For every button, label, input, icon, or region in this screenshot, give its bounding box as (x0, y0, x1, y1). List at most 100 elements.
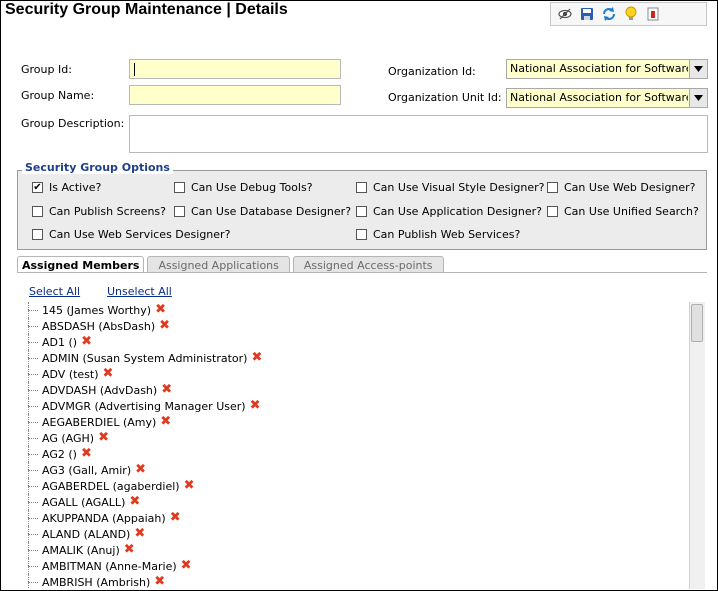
remove-member-icon[interactable]: ✖ (129, 495, 140, 508)
list-item: AKUPPANDA (Appaiah) ✖ (28, 510, 688, 526)
checkbox-icon[interactable] (547, 182, 558, 193)
remove-member-icon[interactable]: ✖ (184, 479, 195, 492)
tree-line (28, 566, 38, 567)
option-label: Can Use Unified Search? (564, 205, 699, 218)
checkbox-icon[interactable] (174, 182, 185, 193)
organization-unit-id-select[interactable]: National Association for Software E (506, 88, 708, 108)
tree-line (28, 470, 38, 471)
remove-member-icon[interactable]: ✖ (134, 527, 145, 540)
remove-member-icon[interactable]: ✖ (250, 399, 261, 412)
toolbar (550, 2, 707, 26)
option-can-use-database-designer[interactable]: Can Use Database Designer? (174, 205, 351, 218)
remove-member-icon[interactable]: ✖ (170, 511, 181, 524)
eye-icon[interactable] (557, 6, 573, 22)
member-name: AG2 () (42, 447, 77, 461)
save-icon[interactable] (579, 6, 595, 22)
member-name: AGABERDEL (agaberdiel) (42, 479, 180, 493)
delete-icon[interactable] (645, 6, 661, 22)
checkbox-icon[interactable] (356, 182, 367, 193)
select-all-link[interactable]: Select All (29, 285, 80, 298)
checkbox-icon[interactable] (356, 206, 367, 217)
option-label: Can Use Web Services Designer? (49, 228, 231, 241)
lightbulb-icon[interactable] (623, 6, 639, 22)
tree-line (28, 342, 38, 343)
tab-assigned-members[interactable]: Assigned Members (17, 256, 145, 273)
option-can-use-web-services-designer[interactable]: Can Use Web Services Designer? (32, 228, 230, 241)
option-label: Can Use Debug Tools? (191, 181, 313, 194)
remove-member-icon[interactable]: ✖ (154, 575, 165, 588)
member-name: AMBRISH (Ambrish) (42, 575, 151, 589)
list-item: AGABERDEL (agaberdiel) ✖ (28, 478, 688, 494)
tree-line (28, 310, 38, 311)
remove-member-icon[interactable]: ✖ (124, 543, 135, 556)
tree-line (28, 486, 38, 487)
list-item: ADMIN (Susan System Administrator) ✖ (28, 350, 688, 366)
remove-member-icon[interactable]: ✖ (159, 319, 170, 332)
tree-line (28, 374, 38, 375)
group-description-label: Group Description: (21, 117, 125, 130)
option-label: Can Publish Screens? (49, 205, 166, 218)
checkbox-icon[interactable] (32, 206, 43, 217)
remove-member-icon[interactable]: ✖ (155, 303, 166, 316)
tab-assigned-access-points[interactable]: Assigned Access-points (292, 256, 444, 273)
remove-member-icon[interactable]: ✖ (81, 447, 92, 460)
chevron-down-icon[interactable] (689, 60, 707, 78)
member-name: AMBITMAN (Anne-Marie) (42, 559, 177, 573)
group-description-input[interactable] (129, 115, 708, 153)
option-can-publish-web-services[interactable]: Can Publish Web Services? (356, 228, 520, 241)
option-can-publish-screens[interactable]: Can Publish Screens? (32, 205, 166, 218)
option-label: Can Use Visual Style Designer? (373, 181, 545, 194)
remove-member-icon[interactable]: ✖ (103, 367, 114, 380)
tree-line (28, 326, 38, 327)
scrollbar-thumb[interactable] (691, 304, 703, 342)
list-item: AD1 () ✖ (28, 334, 688, 350)
checkbox-checked-icon[interactable]: ✔ (32, 182, 43, 193)
list-item: ADVMGR (Advertising Manager User) ✖ (28, 398, 688, 414)
option-can-use-unified-search[interactable]: Can Use Unified Search? (547, 205, 699, 218)
option-can-use-visual-style-designer[interactable]: Can Use Visual Style Designer? (356, 181, 545, 194)
remove-member-icon[interactable]: ✖ (161, 383, 172, 396)
option-can-use-web-designer[interactable]: Can Use Web Designer? (547, 181, 696, 194)
list-item: 145 (James Worthy) ✖ (28, 302, 688, 318)
page-title: Security Group Maintenance | Details (5, 1, 288, 18)
checkbox-icon[interactable] (547, 206, 558, 217)
tree-line (28, 502, 38, 503)
list-item: ABSDASH (AbsDash) ✖ (28, 318, 688, 334)
chevron-down-icon[interactable] (689, 89, 707, 107)
option-can-use-debug-tools[interactable]: Can Use Debug Tools? (174, 181, 313, 194)
organization-id-select[interactable]: National Association for Software E (506, 59, 708, 79)
checkbox-icon[interactable] (174, 206, 185, 217)
organization-id-value: National Association for Software E (510, 62, 688, 75)
member-name: AG (AGH) (42, 431, 95, 445)
option-can-use-application-designer[interactable]: Can Use Application Designer? (356, 205, 542, 218)
checkbox-icon[interactable] (356, 229, 367, 240)
option-is-active[interactable]: ✔ Is Active? (32, 181, 101, 194)
member-name: ADMIN (Susan System Administrator) (42, 351, 248, 365)
checkbox-icon[interactable] (32, 229, 43, 240)
tab-assigned-applications[interactable]: Assigned Applications (147, 256, 290, 273)
member-name: 145 (James Worthy) (42, 303, 152, 317)
organization-id-label: Organization Id: (388, 65, 476, 78)
list-item: AMBITMAN (Anne-Marie) ✖ (28, 558, 688, 574)
remove-member-icon[interactable]: ✖ (181, 559, 192, 572)
group-id-input[interactable] (129, 59, 341, 79)
members-scrollbar[interactable] (689, 302, 705, 589)
unselect-all-link[interactable]: Unselect All (107, 285, 172, 298)
refresh-icon[interactable] (601, 6, 617, 22)
tab-strip: Assigned Members Assigned Applications A… (17, 256, 444, 273)
group-name-input[interactable] (129, 85, 341, 105)
tree-line (28, 390, 38, 391)
group-name-label: Group Name: (21, 89, 95, 102)
remove-member-icon[interactable]: ✖ (98, 431, 109, 444)
list-item: ALAND (ALAND) ✖ (28, 526, 688, 542)
tree-line (28, 550, 38, 551)
remove-member-icon[interactable]: ✖ (160, 415, 171, 428)
organization-unit-id-label: Organization Unit Id: (388, 91, 502, 104)
remove-member-icon[interactable]: ✖ (135, 463, 146, 476)
remove-member-icon[interactable]: ✖ (81, 335, 92, 348)
list-item: AG2 () ✖ (28, 446, 688, 462)
remove-member-icon[interactable]: ✖ (251, 351, 262, 364)
security-group-options-legend: Security Group Options (22, 161, 173, 174)
organization-unit-id-value: National Association for Software E (510, 91, 688, 104)
option-label: Can Use Application Designer? (373, 205, 543, 218)
